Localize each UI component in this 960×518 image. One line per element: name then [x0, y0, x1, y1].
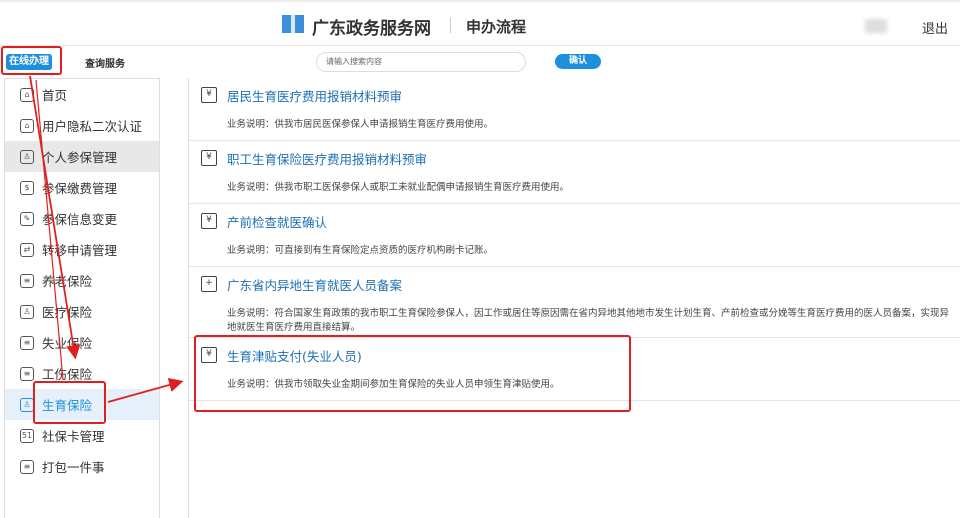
service-description: 业务说明：可直接到有生育保险定点资质的医疗机构刷卡记账。 — [227, 245, 494, 256]
service-item: ¥ 产前检查就医确认业务说明：可直接到有生育保险定点资质的医疗机构刷卡记账。 — [189, 204, 960, 267]
service-title-link[interactable]: 产前检查就医确认 — [227, 212, 327, 231]
site-name: 广东政务服务网 — [312, 19, 431, 39]
avatar[interactable] — [865, 19, 887, 33]
confirm-button[interactable]: 确认 — [555, 54, 601, 69]
service-icon: ¥ — [201, 213, 217, 229]
nav-bar: 在线办理 查询服务 请输入搜索内容 确认 — [0, 47, 960, 77]
service-description: 业务说明：符合国家生育政策的我市职工生育保险参保人，因工作或居住等原因需在省内异… — [227, 308, 950, 333]
menu-icon: ♙ — [20, 149, 34, 164]
menu-icon: ♙ — [20, 304, 34, 319]
service-item: ¥ 职工生育保险医疗费用报销材料预审业务说明：供我市职工医保参保人或职工未就业配偶… — [189, 141, 960, 204]
divider — [450, 17, 451, 33]
sidebar-item-label: 生育保险 — [42, 398, 93, 413]
menu-icon: ≡ — [20, 459, 34, 474]
service-item: + 广东省内异地生育就医人员备案业务说明：符合国家生育政策的我市职工生育保险参保人… — [189, 267, 960, 338]
sidebar-item[interactable]: ≡ 工伤保险 — [5, 358, 159, 389]
sidebar-item[interactable]: ♙ 生育保险 — [5, 389, 159, 420]
header: 广东政务服务网 申办流程 退出 — [0, 2, 960, 46]
logout-link[interactable]: 退出 — [922, 18, 948, 37]
sidebar-item-label: 参保信息变更 — [42, 212, 118, 227]
sidebar-item[interactable]: ✎ 参保信息变更 — [5, 203, 159, 234]
sidebar-item-label: 工伤保险 — [42, 367, 93, 382]
service-item: ¥ 生育津贴支付(失业人员) 业务说明：供我市领取失业金期间参加生育保险的失业人员申… — [189, 338, 960, 401]
sidebar-item-label: 医疗保险 — [42, 305, 93, 320]
sidebar-item[interactable]: ♙ 医疗保险 — [5, 296, 159, 327]
tab-query[interactable]: 查询服务 — [85, 55, 125, 70]
sidebar-item[interactable]: 51 社保卡管理 — [5, 420, 159, 451]
service-item: ¥ 居民生育医疗费用报销材料预审业务说明：供我市居民医保参保人申请报销生育医疗费用… — [189, 78, 960, 141]
service-description: 业务说明：供我市领取失业金期间参加生育保险的失业人员申领生育津贴使用。 — [227, 379, 560, 390]
sidebar-item[interactable]: ≡ 失业保险 — [5, 327, 159, 358]
sidebar-item-label: 参保缴费管理 — [42, 181, 118, 196]
tab-online[interactable]: 在线办理 — [6, 54, 52, 70]
sidebar-item-label: 个人参保管理 — [42, 150, 118, 165]
service-title-link[interactable]: 居民生育医疗费用报销材料预审 — [227, 86, 402, 105]
menu-icon: ⇄ — [20, 242, 34, 257]
sidebar-item-label: 打包一件事 — [42, 460, 105, 475]
sidebar-item-label: 用户隐私二次认证 — [42, 119, 143, 134]
sidebar-item-label: 社保卡管理 — [42, 429, 105, 444]
service-list: ¥ 居民生育医疗费用报销材料预审业务说明：供我市居民医保参保人申请报销生育医疗费用… — [188, 78, 960, 518]
sidebar-item[interactable]: ⇄ 转移申请管理 — [5, 234, 159, 265]
menu-icon: ⌂ — [20, 118, 34, 133]
service-description: 业务说明：供我市职工医保参保人或职工未就业配偶申请报销生育医疗费用使用。 — [227, 182, 570, 193]
service-title-link[interactable]: 生育津贴支付(失业人员) — [227, 346, 362, 365]
menu-icon: ⌂ — [20, 87, 34, 102]
logo-icon — [282, 15, 304, 33]
sidebar-item-label: 首页 — [42, 88, 68, 103]
sidebar-item-label: 养老保险 — [42, 274, 93, 289]
menu-icon: ♙ — [20, 397, 34, 412]
menu-icon: ≡ — [20, 366, 34, 381]
page-title: 申办流程 — [466, 18, 527, 36]
menu-icon: $ — [20, 180, 34, 195]
service-description: 业务说明：供我市居民医保参保人申请报销生育医疗费用使用。 — [227, 119, 494, 130]
service-icon: ¥ — [201, 150, 217, 166]
menu-icon: ≡ — [20, 273, 34, 288]
sidebar-item-label: 失业保险 — [42, 336, 93, 351]
service-title-link[interactable]: 广东省内异地生育就医人员备案 — [227, 275, 402, 294]
menu-icon: 51 — [20, 428, 34, 443]
sidebar-item[interactable]: ≡ 打包一件事 — [5, 451, 159, 482]
menu-icon: ≡ — [20, 335, 34, 350]
sidebar-item[interactable]: ⌂ 首页 — [5, 79, 159, 110]
search-input[interactable]: 请输入搜索内容 — [316, 52, 526, 72]
service-icon: ¥ — [201, 347, 217, 363]
sidebar-item[interactable]: ≡ 养老保险 — [5, 265, 159, 296]
service-title-link[interactable]: 职工生育保险医疗费用报销材料预审 — [227, 149, 427, 168]
sidebar-item[interactable]: $ 参保缴费管理 — [5, 172, 159, 203]
sidebar-item[interactable]: ♙ 个人参保管理 — [5, 141, 159, 172]
sidebar: ⌂ 首页 ⌂ 用户隐私二次认证 ♙ 个人参保管理 $ 参保缴费管理 ✎ 参保信息变更 ⇄ 转移申请管理… — [4, 78, 160, 518]
sidebar-item[interactable]: ⌂ 用户隐私二次认证 — [5, 110, 159, 141]
service-icon: + — [201, 276, 217, 292]
service-icon: ¥ — [201, 87, 217, 103]
menu-icon: ✎ — [20, 211, 34, 226]
sidebar-item-label: 转移申请管理 — [42, 243, 118, 258]
